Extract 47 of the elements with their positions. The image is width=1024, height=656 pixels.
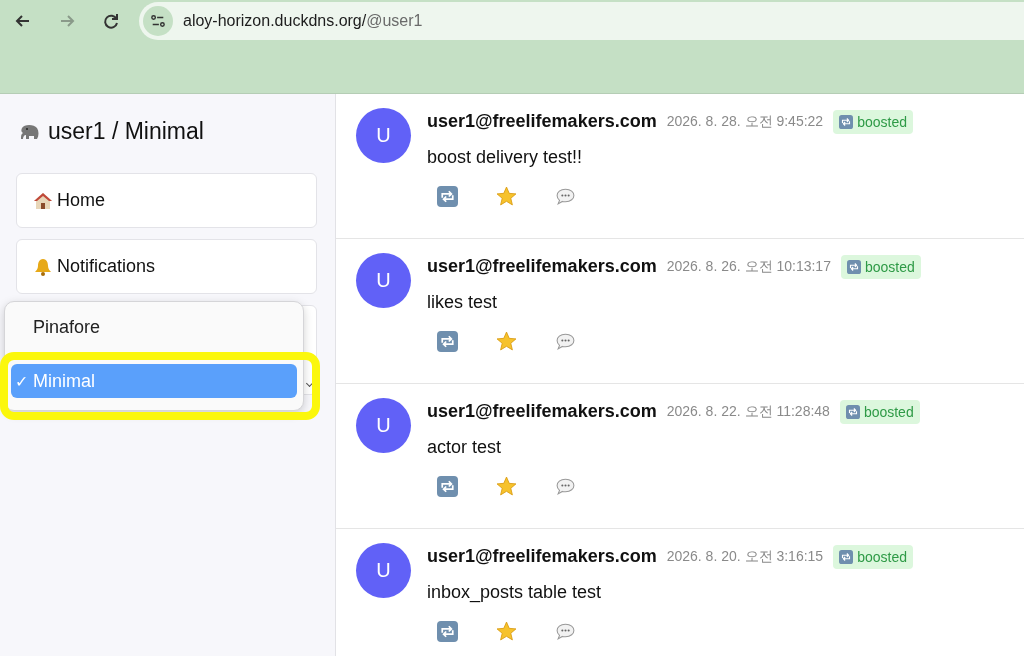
author-name[interactable]: user1@freelifemakers.com [427,401,657,422]
url-text: aloy-horizon.duckdns.org/@user1 [183,12,423,30]
post-text: actor test [427,437,503,458]
post-time: 2026. 8. 20. 오전 3:16:15 [666,547,824,566]
boosted-badge: boosted [833,109,913,134]
boosted-badge: boosted [833,544,913,569]
reload-icon[interactable] [101,11,121,31]
boost-icon[interactable] [437,476,458,497]
star-icon[interactable] [496,186,517,207]
reply-icon[interactable] [555,476,576,497]
author-name[interactable]: user1@freelifemakers.com [427,256,657,277]
repeat-icon [839,549,854,564]
notifications-button[interactable]: Notifications [16,239,317,294]
checkmark-icon: ✓ [15,371,33,391]
star-icon[interactable] [496,621,517,642]
star-icon[interactable] [496,331,517,352]
repeat-icon [839,114,854,129]
repeat-icon [845,404,860,419]
house-icon [33,190,53,211]
address-bar[interactable]: aloy-horizon.duckdns.org/@user1 [139,2,1024,40]
reply-icon[interactable] [555,621,576,642]
boost-icon[interactable] [437,186,458,207]
avatar: U [356,108,411,163]
author-name[interactable]: user1@freelifemakers.com [427,111,657,132]
avatar: U [356,543,411,598]
star-icon[interactable] [496,476,517,497]
boost-icon[interactable] [437,331,458,352]
page-title: user1 / Minimal [48,118,204,145]
reply-icon[interactable] [555,331,576,352]
avatar: U [356,253,411,308]
post-text: boost delivery test!! [427,147,584,168]
boost-icon[interactable] [437,621,458,642]
post-text: inbox_posts table test [427,582,603,603]
repeat-icon [846,259,861,274]
theme-option[interactable]: Pinafore [11,310,297,344]
boosted-badge: boosted [840,254,921,279]
post-time: 2026. 8. 22. 오전 11:28:48 [666,402,830,421]
post-text: likes test [427,292,499,313]
site-settings-icon[interactable] [143,6,173,36]
boosted-badge: boosted [839,399,920,424]
reply-icon[interactable] [555,186,576,207]
avatar: U [356,398,411,453]
home-button[interactable]: Home [16,173,317,228]
post-time: 2026. 8. 26. 오전 10:13:17 [666,257,831,276]
bell-icon [33,256,53,277]
author-name[interactable]: user1@freelifemakers.com [427,546,657,567]
post-time: 2026. 8. 28. 오전 9:45:22 [666,112,824,131]
